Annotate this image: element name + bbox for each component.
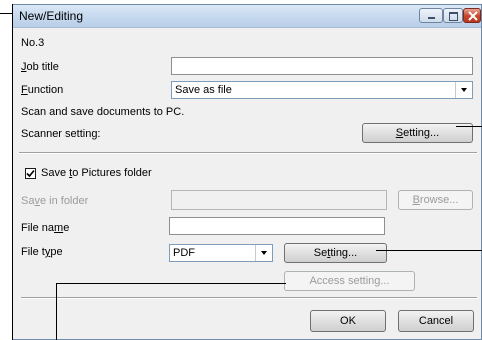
job-title-input[interactable] bbox=[171, 57, 473, 75]
browse-button[interactable]: Browse... bbox=[398, 190, 473, 210]
check-icon bbox=[26, 169, 35, 178]
window-title: New/Editing bbox=[19, 9, 84, 23]
file-name-input[interactable] bbox=[169, 217, 385, 235]
callout-line-left-vertical bbox=[12, 4, 13, 340]
close-button[interactable] bbox=[463, 8, 481, 23]
save-to-pictures-label: Save to Pictures folder bbox=[41, 167, 152, 179]
save-in-folder-input[interactable] bbox=[171, 190, 387, 210]
save-in-folder-label: Save in folder bbox=[21, 195, 89, 207]
callout-line-access-horizontal bbox=[56, 283, 286, 284]
callout-line-file-setting bbox=[376, 250, 482, 251]
function-description: Scan and save documents to PC. bbox=[21, 106, 185, 118]
save-to-pictures-checkbox[interactable] bbox=[25, 168, 36, 179]
access-setting-button[interactable]: Access setting... bbox=[284, 271, 415, 291]
scanner-setting-label: Scanner setting: bbox=[21, 128, 101, 140]
separator-top-highlight bbox=[19, 153, 477, 154]
callout-line-scanner-setting bbox=[456, 126, 482, 127]
file-name-label: File name bbox=[21, 222, 70, 234]
ok-button[interactable]: OK bbox=[310, 310, 386, 332]
function-label: Function bbox=[21, 84, 64, 96]
job-number: No.3 bbox=[21, 37, 45, 49]
dialog-window: New/Editing No.3 Job title Function Save… bbox=[12, 4, 482, 340]
chevron-down-icon bbox=[455, 82, 472, 98]
file-type-setting-button[interactable]: Setting... bbox=[284, 243, 387, 263]
function-value: Save as file bbox=[175, 84, 232, 96]
callout-line-access-vertical bbox=[56, 283, 57, 340]
chevron-down-icon bbox=[255, 245, 272, 261]
minimize-button[interactable] bbox=[419, 8, 443, 23]
file-type-value: PDF bbox=[173, 247, 195, 259]
function-select[interactable]: Save as file bbox=[171, 81, 473, 99]
maximize-button[interactable] bbox=[443, 8, 463, 23]
title-bar[interactable]: New/Editing bbox=[13, 5, 481, 28]
cancel-button[interactable]: Cancel bbox=[398, 310, 474, 332]
file-type-label: File type bbox=[21, 246, 63, 258]
close-icon bbox=[468, 11, 478, 21]
separator-bottom-highlight bbox=[21, 298, 477, 299]
file-type-select[interactable]: PDF bbox=[169, 244, 273, 262]
job-title-label: Job title bbox=[21, 61, 59, 73]
